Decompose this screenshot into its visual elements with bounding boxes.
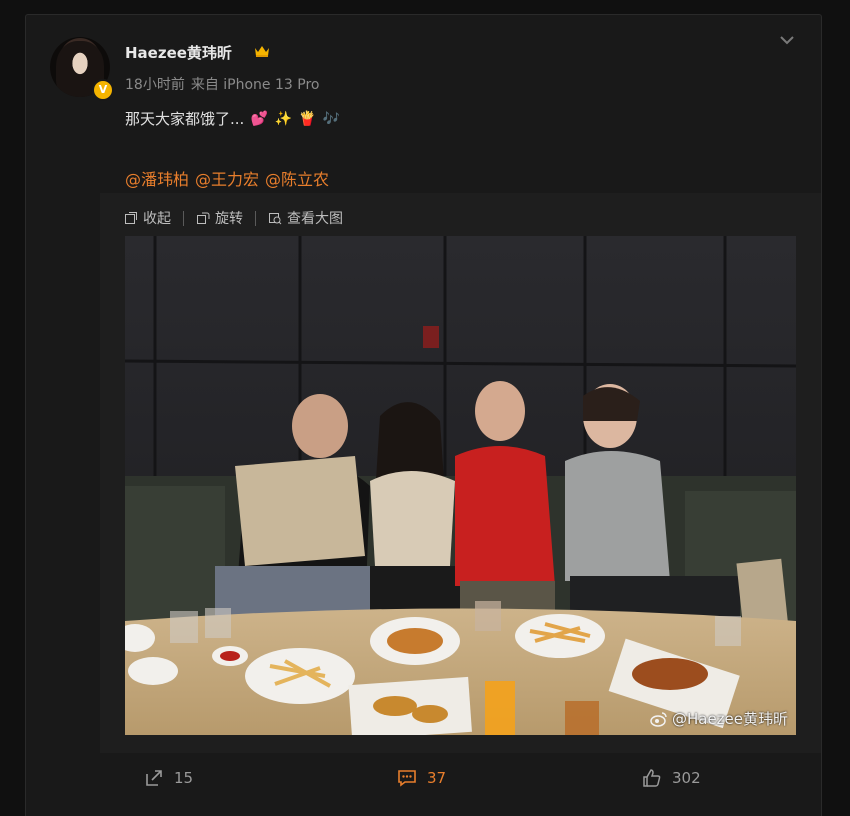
rotate-button[interactable]: 旋转 bbox=[196, 208, 255, 228]
share-icon bbox=[146, 770, 162, 786]
toolbar-divider bbox=[183, 210, 184, 226]
like-count: 302 bbox=[672, 769, 701, 787]
share-button[interactable]: 15 bbox=[144, 768, 193, 788]
post-actions: 15 37 302 bbox=[26, 760, 821, 800]
like-button[interactable]: 302 bbox=[642, 768, 701, 788]
post-source: 来自 iPhone 13 Pro bbox=[190, 77, 320, 93]
mention-link[interactable]: @王力宏 bbox=[195, 166, 259, 190]
rotate-icon bbox=[197, 212, 210, 224]
toolbar-divider bbox=[255, 210, 256, 226]
share-count: 15 bbox=[174, 769, 194, 787]
rotate-label: 旋转 bbox=[215, 211, 243, 227]
mention-link[interactable]: @潘玮柏 bbox=[125, 166, 189, 190]
weibo-post-card: V Haezee黄玮昕 18小时前 来自 iPhone 13 Pro 那天大家都饿… bbox=[25, 14, 822, 816]
collapse-icon bbox=[125, 212, 137, 224]
like-icon bbox=[643, 769, 661, 787]
post-text-body: 那天大家都饿了... bbox=[125, 110, 245, 128]
collapse-label: 收起 bbox=[143, 211, 171, 227]
view-large-icon bbox=[269, 213, 282, 225]
heart-emoji-icon: 💕 bbox=[250, 110, 269, 127]
sparkles-emoji-icon: ✨ bbox=[274, 110, 293, 127]
verified-badge-icon: V bbox=[92, 79, 114, 101]
post-text: 那天大家都饿了... 💕 ✨ 🍟 🎶 bbox=[125, 108, 340, 129]
fries-emoji-icon: 🍟 bbox=[298, 110, 317, 127]
view-large-button[interactable]: 查看大图 bbox=[268, 208, 355, 228]
mention-link[interactable]: @陈立农 bbox=[265, 166, 329, 190]
post-meta: 18小时前 来自 iPhone 13 Pro bbox=[125, 74, 325, 94]
photo-watermark: @Haezee黄玮昕 bbox=[650, 708, 788, 729]
comment-count: 37 bbox=[427, 769, 447, 787]
chevron-down-icon[interactable] bbox=[778, 33, 796, 47]
group-dinner-photo bbox=[125, 236, 796, 735]
weibo-logo-icon bbox=[650, 711, 667, 727]
media-toolbar: 收起 旋转 查看大图 bbox=[124, 208, 355, 228]
comment-button[interactable]: 37 bbox=[397, 768, 446, 788]
comment-icon bbox=[398, 770, 416, 787]
username[interactable]: Haezee黄玮昕 bbox=[125, 42, 232, 63]
post-time: 18小时前 bbox=[125, 77, 185, 93]
collapse-button[interactable]: 收起 bbox=[124, 208, 183, 228]
mentions: @潘玮柏 @王力宏 @陈立农 bbox=[125, 166, 329, 190]
post-photo[interactable]: @Haezee黄玮昕 bbox=[125, 236, 796, 735]
watermark-text: @Haezee黄玮昕 bbox=[671, 710, 788, 728]
view-large-label: 查看大图 bbox=[287, 211, 343, 227]
crown-icon bbox=[255, 46, 269, 57]
music-emoji-icon: 🎶 bbox=[322, 110, 341, 127]
